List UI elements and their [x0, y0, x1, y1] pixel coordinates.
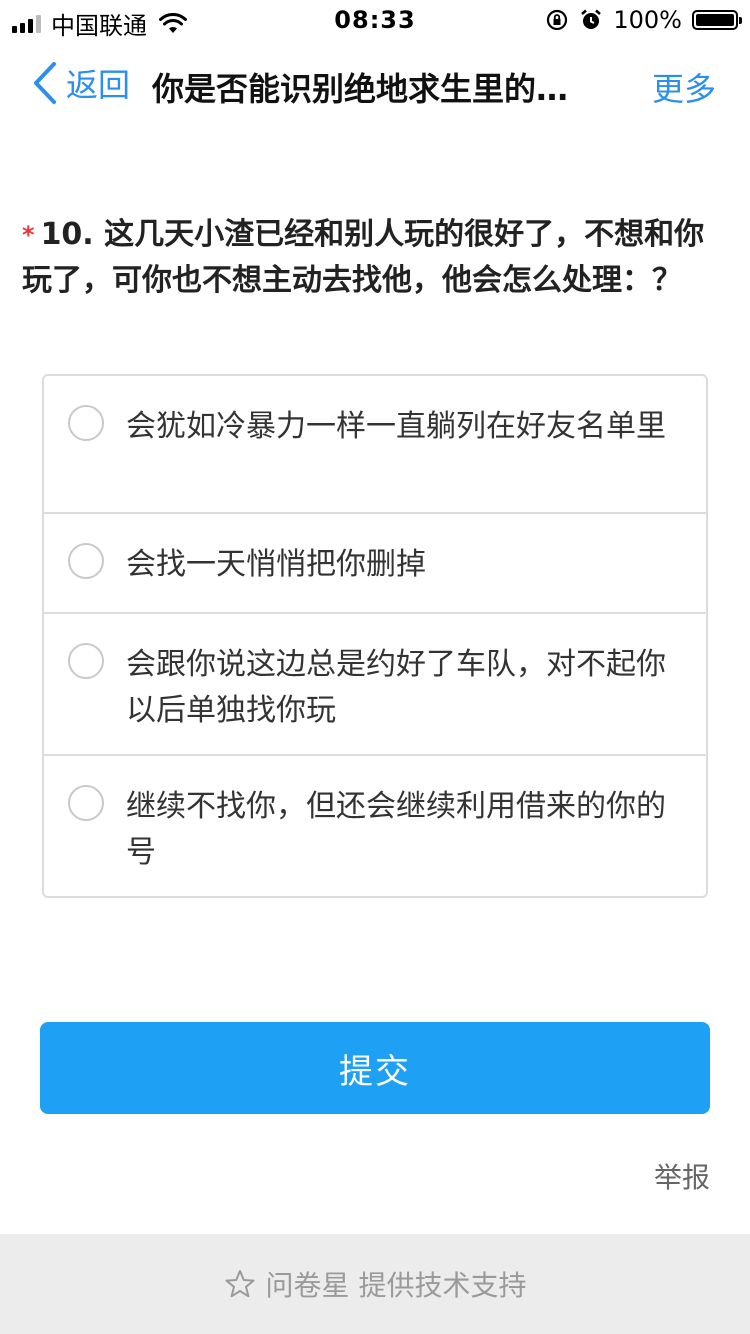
rotation-lock-icon [547, 9, 568, 31]
option-item[interactable]: 会犹如冷暴力一样一直躺列在好友名单里 [44, 376, 706, 514]
radio-button[interactable] [68, 785, 104, 821]
star-icon [225, 1270, 255, 1298]
alarm-icon [581, 9, 602, 29]
option-item[interactable]: 会找一天悄悄把你删掉 [44, 514, 706, 614]
status-right: 100% [545, 6, 742, 34]
status-bar: 中国联通 08:33 100% [0, 0, 750, 40]
battery-percent: 100% [613, 6, 682, 34]
radio-button[interactable] [68, 643, 104, 679]
footer-text: 问卷星 提供技术支持 [265, 1269, 527, 1302]
back-label: 返回 [66, 66, 131, 104]
option-label: 会找一天悄悄把你删掉 [126, 547, 426, 582]
option-item[interactable]: 会跟你说这边总是约好了车队，对不起你以后单独找你玩 [44, 614, 706, 756]
back-button[interactable]: 返回 [30, 60, 130, 106]
question-number: 10. [40, 217, 94, 252]
page-title: 你是否能识别绝地求生里的… [152, 70, 569, 108]
chevron-left-icon [34, 62, 56, 104]
question-title: * 10. 这几天小渣已经和别人玩的很好了，不想和你玩了，可你也不想主动去找他，他… [22, 212, 712, 304]
option-item[interactable]: 继续不找你，但还会继续利用借来的你的号 [44, 756, 706, 896]
option-label: 会犹如冷暴力一样一直躺列在好友名单里 [126, 409, 666, 444]
radio-button[interactable] [68, 405, 104, 441]
question-text: 这几天小渣已经和别人玩的很好了，不想和你玩了，可你也不想主动去找他，他会怎么处理… [22, 217, 705, 298]
option-list: 会犹如冷暴力一样一直躺列在好友名单里 会找一天悄悄把你删掉 会跟你说这边总是约好… [42, 374, 708, 898]
report-link[interactable]: 举报 [654, 1156, 710, 1196]
option-label: 继续不找你，但还会继续利用借来的你的号 [126, 789, 666, 870]
footer: 问卷星 提供技术支持 [0, 1234, 750, 1334]
more-button[interactable]: 更多 [652, 64, 716, 110]
screen: 中国联通 08:33 100% 返回 你是否能识别绝地求生里的… 更多 * 10… [0, 0, 750, 1334]
nav-bar: 返回 你是否能识别绝地求生里的… 更多 [0, 40, 750, 128]
required-mark: * [22, 221, 35, 249]
submit-button[interactable]: 提交 [40, 1022, 710, 1114]
option-label: 会跟你说这边总是约好了车队，对不起你以后单独找你玩 [126, 647, 666, 728]
battery-icon [692, 10, 742, 30]
radio-button[interactable] [68, 543, 104, 579]
